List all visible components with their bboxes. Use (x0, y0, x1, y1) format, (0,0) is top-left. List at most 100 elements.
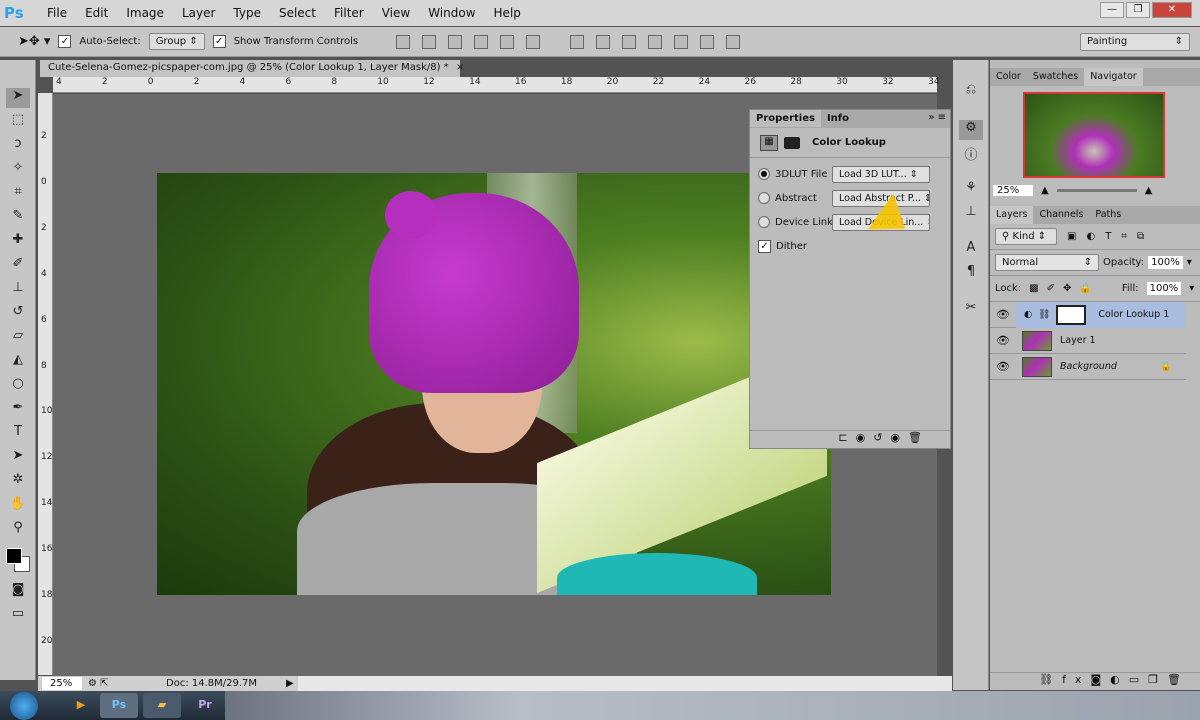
load-abstract-button[interactable]: Load Abstract P... ⇕ (832, 189, 930, 207)
minimize-button[interactable]: — (1100, 2, 1124, 18)
tab-channels[interactable]: Channels (1033, 206, 1089, 224)
add-mask-icon[interactable]: ◙ (1090, 673, 1110, 686)
layer-style-icon[interactable]: fx (1062, 673, 1090, 686)
layer-row-background[interactable]: 👁 Background 🔒 (990, 354, 1186, 380)
fill-dropdown-icon[interactable]: ▾ (1189, 283, 1194, 294)
distribute-left-icon[interactable] (648, 34, 663, 49)
menu-file[interactable]: File (38, 6, 76, 20)
taskbar-premiere[interactable]: Pr (186, 693, 224, 718)
status-menu-arrow-icon[interactable]: ▶ (286, 678, 294, 689)
brush-panel-icon[interactable]: ⚘ (959, 180, 983, 200)
link-layers-icon[interactable]: ⛓ (1039, 673, 1062, 686)
move-tool-icon[interactable]: ➤✥ ▾ (18, 34, 50, 49)
status-icon[interactable]: ⚙ ⇱ (88, 678, 109, 689)
taskbar-explorer[interactable]: ▰ (143, 693, 181, 718)
menu-layer[interactable]: Layer (173, 6, 224, 20)
layer-filter-dropdown[interactable]: ⚲ Kind ⇕ (995, 228, 1057, 245)
align-top-icon[interactable] (396, 34, 411, 49)
distribute-hcenter-icon[interactable] (674, 34, 689, 49)
menu-type[interactable]: Type (224, 6, 270, 20)
fill-input[interactable]: 100% (1146, 282, 1182, 295)
hand-tool-icon[interactable]: ✋ (6, 496, 30, 516)
menu-edit[interactable]: Edit (76, 6, 117, 20)
lasso-tool-icon[interactable]: ↄ (6, 136, 30, 156)
navigator-preview[interactable] (1023, 92, 1165, 178)
auto-align-icon[interactable] (726, 34, 741, 49)
zoom-out-icon[interactable]: ▲ (1041, 185, 1049, 196)
zoom-level[interactable]: 25% (42, 677, 82, 690)
auto-select-checkbox[interactable]: ✓ (58, 35, 72, 48)
character-panel-icon[interactable]: A (959, 240, 983, 260)
healing-brush-icon[interactable]: ✚ (6, 232, 30, 252)
dither-checkbox[interactable]: ✓ (758, 239, 771, 253)
layer-row-color-lookup[interactable]: 👁 ◐ ⛓ Color Lookup 1 (990, 301, 1186, 328)
view-previous-icon[interactable]: ◉ (856, 431, 874, 444)
dodge-tool-icon[interactable]: ○ (6, 376, 30, 396)
menu-filter[interactable]: Filter (325, 6, 373, 20)
menu-help[interactable]: Help (485, 6, 530, 20)
distribute-top-icon[interactable] (570, 34, 585, 49)
tool-presets-icon[interactable]: ✂ (959, 300, 983, 320)
lock-transparent-icon[interactable]: ▩ (1029, 283, 1038, 294)
workspace-dropdown[interactable]: Painting ⇕ (1080, 33, 1190, 51)
new-layer-icon[interactable]: ❐ (1148, 673, 1167, 686)
filter-shape-icon[interactable]: ⌗ (1121, 231, 1127, 242)
magic-wand-icon[interactable]: ✧ (6, 160, 30, 180)
shape-tool-icon[interactable]: ✲ (6, 472, 30, 492)
filter-pixel-icon[interactable]: ▣ (1067, 231, 1076, 242)
navigator-zoom[interactable]: 25% (993, 184, 1033, 196)
screen-mode-icon[interactable]: ▭ (6, 606, 30, 626)
tab-paths[interactable]: Paths (1089, 206, 1127, 224)
new-group-icon[interactable]: ▭ (1129, 673, 1148, 686)
filter-smart-object-icon[interactable]: ⧉ (1137, 231, 1144, 242)
eyedropper-icon[interactable]: ✎ (6, 208, 30, 228)
new-adjustment-icon[interactable]: ◐ (1110, 673, 1129, 686)
adjustment-grid-icon[interactable]: ▦ (760, 134, 778, 151)
mask-icon[interactable] (784, 136, 800, 149)
tab-layers[interactable]: Layers (990, 206, 1034, 224)
lock-image-icon[interactable]: ✐ (1047, 283, 1055, 294)
close-document-button[interactable]: × (456, 62, 464, 73)
show-transform-checkbox[interactable]: ✓ (212, 35, 226, 48)
media-player-icon[interactable]: ▶ (62, 693, 100, 718)
paint-bucket-icon[interactable]: ◭ (6, 352, 30, 372)
clip-to-layer-icon[interactable]: ⊏ (838, 431, 855, 444)
menu-view[interactable]: View (373, 6, 419, 20)
delete-layer-icon[interactable]: 🗑 (1167, 673, 1190, 686)
align-vcenter-icon[interactable] (422, 34, 437, 49)
auto-select-dropdown[interactable]: Group ⇕ (148, 33, 205, 50)
align-right-icon[interactable] (526, 34, 541, 49)
restore-button[interactable]: ❐ (1126, 2, 1150, 18)
zoom-slider[interactable] (1056, 188, 1137, 192)
load-3d-lut-button[interactable]: Load 3D LUT... ⇕ (832, 165, 930, 183)
layer-mask-thumbnail[interactable] (1056, 304, 1087, 325)
zoom-in-icon[interactable]: ▲ (1145, 185, 1153, 196)
distribute-vcenter-icon[interactable] (596, 34, 611, 49)
info-panel-icon[interactable]: ⓘ (959, 144, 983, 164)
align-bottom-icon[interactable] (448, 34, 463, 49)
zoom-tool-icon[interactable]: ⚲ (6, 520, 30, 540)
quick-mask-icon[interactable]: ◙ (6, 582, 30, 602)
start-button[interactable] (10, 692, 38, 720)
abstract-radio[interactable] (758, 192, 770, 204)
tab-swatches[interactable]: Swatches (1027, 68, 1084, 86)
device-link-radio[interactable] (758, 216, 770, 228)
link-icon[interactable]: ⛓ (1038, 309, 1050, 320)
move-tool-icon[interactable]: ➤ (6, 88, 30, 108)
blend-mode-dropdown[interactable]: Normal ⇕ (995, 254, 1099, 271)
visibility-eye-icon[interactable]: 👁 (990, 334, 1016, 347)
marquee-tool-icon[interactable]: ⬚ (6, 112, 30, 132)
lut-file-radio[interactable]: ● (758, 168, 770, 180)
menu-image[interactable]: Image (117, 6, 173, 20)
clone-stamp-icon[interactable]: ⊥ (6, 280, 30, 300)
delete-icon[interactable]: 🗑 (908, 431, 930, 444)
distribute-right-icon[interactable] (700, 34, 715, 49)
color-swatches[interactable] (4, 546, 31, 576)
lock-position-icon[interactable]: ✥ (1063, 283, 1071, 294)
adjustments-panel-icon[interactable]: ⚙ (959, 120, 983, 140)
history-panel-icon[interactable]: ⎌ (959, 82, 983, 102)
taskbar-photoshop[interactable]: Ps (100, 693, 138, 718)
lock-all-icon[interactable]: 🔒 (1079, 283, 1091, 294)
visibility-icon[interactable]: ◉ (890, 431, 908, 444)
path-selection-icon[interactable]: ➤ (6, 448, 30, 468)
